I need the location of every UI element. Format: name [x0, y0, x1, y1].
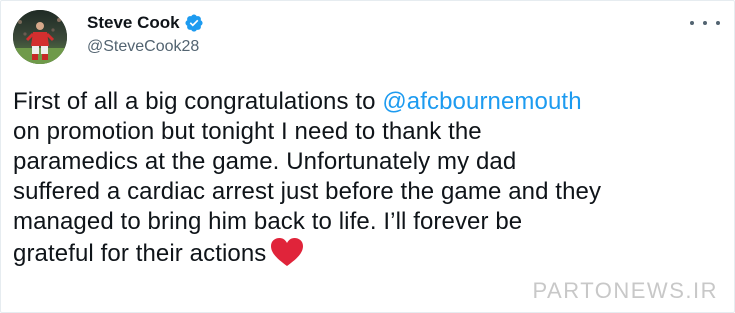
- verified-badge-icon: [184, 13, 204, 33]
- watermark: PARTONEWS.IR: [532, 278, 718, 303]
- dot: [690, 21, 694, 25]
- tweet-line-2: on promotion but tonight I need to thank…: [13, 118, 482, 145]
- author-handle[interactable]: @SteveCook28: [87, 36, 204, 58]
- tweet-line-3: paramedics at the game. Unfortunately my…: [13, 148, 517, 175]
- tweet-card: Steve Cook @SteveCook28 First of all a b…: [0, 0, 735, 313]
- author-names: Steve Cook @SteveCook28: [87, 12, 204, 58]
- dot: [716, 21, 720, 25]
- tweet-text-segment: grateful for their actions: [13, 240, 267, 267]
- display-name[interactable]: Steve Cook: [87, 12, 180, 34]
- avatar[interactable]: [13, 10, 67, 64]
- tweet-text-segment: First of all a big congratulations to: [13, 88, 383, 115]
- red-heart-icon: [270, 237, 304, 267]
- mention-link[interactable]: @afcbournemouth: [382, 88, 581, 115]
- more-options-icon[interactable]: [690, 16, 720, 30]
- display-name-row: Steve Cook: [87, 12, 204, 34]
- tweet-header: Steve Cook @SteveCook28: [13, 10, 724, 64]
- tweet-line-6: grateful for their actions: [13, 237, 728, 267]
- dot: [703, 21, 707, 25]
- tweet-line-1: First of all a big congratulations to @a…: [13, 87, 728, 117]
- tweet-line-5: managed to bring him back to life. I’ll …: [13, 208, 523, 235]
- avatar-image: [13, 10, 67, 64]
- tweet-line-4: suffered a cardiac arrest just before th…: [13, 178, 602, 205]
- tweet-text: First of all a big congratulations to @a…: [13, 87, 728, 267]
